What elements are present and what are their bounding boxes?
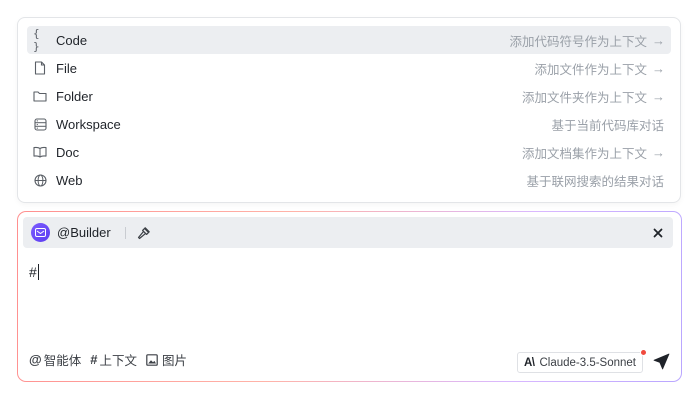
model-selector[interactable]: A\ Claude-3.5-Sonnet [516, 352, 643, 373]
arrow-right-icon: → [652, 88, 665, 104]
menu-item-label: Doc [56, 144, 80, 160]
menu-item-workspace[interactable]: Workspace 基于当前代码库对话 [27, 110, 671, 138]
close-icon[interactable] [651, 226, 665, 240]
globe-icon [33, 173, 47, 187]
workspace-icon [33, 117, 47, 131]
arrow-right-icon: → [652, 32, 665, 48]
image-icon [146, 353, 158, 366]
agent-bar: @Builder [23, 217, 673, 248]
file-icon [33, 61, 47, 75]
send-icon [653, 353, 669, 369]
context-button-label: 上下文 [99, 354, 137, 368]
notification-dot [640, 349, 647, 356]
agent-button-label: 智能体 [43, 354, 82, 368]
arrow-right-icon: → [652, 144, 665, 160]
input-text: # [29, 264, 37, 280]
menu-item-file[interactable]: File 添加文件作为上下文 → [27, 54, 671, 82]
text-caret [37, 264, 39, 280]
braces-icon: { } [33, 27, 40, 53]
image-button[interactable]: 图片 [146, 350, 187, 369]
menu-item-label: Folder [56, 88, 93, 104]
agent-avatar [31, 223, 50, 242]
menu-item-folder[interactable]: Folder 添加文件夹作为上下文 → [27, 82, 671, 110]
folder-icon [33, 89, 47, 103]
model-name: Claude-3.5-Sonnet [539, 356, 636, 369]
input-toolbar: @ 智能体 # 上下文 图片 [29, 350, 187, 369]
context-button[interactable]: # 上下文 [90, 350, 137, 369]
arrow-right-icon: → [652, 60, 665, 76]
image-button-label: 图片 [161, 354, 187, 368]
menu-item-label: Workspace [56, 116, 121, 132]
menu-item-description: 添加文件作为上下文 [534, 62, 647, 77]
menu-item-description: 添加文档集作为上下文 [521, 146, 647, 161]
book-icon [33, 145, 47, 159]
chat-input-box: @Builder # @ 智能体 # 上下文 图片 A\ Claude-3.5-… [18, 212, 681, 381]
menu-item-label: File [56, 60, 77, 76]
divider [124, 226, 126, 239]
menu-item-description: 基于当前代码库对话 [551, 118, 664, 133]
menu-item-label: Web [56, 172, 83, 188]
menu-item-web[interactable]: Web 基于联网搜索的结果对话 [27, 166, 671, 194]
hash-icon: # [90, 352, 98, 367]
menu-item-description: 基于联网搜索的结果对话 [526, 174, 664, 189]
agent-name[interactable]: @Builder [57, 225, 111, 240]
at-icon: @ [29, 352, 42, 367]
message-input[interactable]: # [29, 264, 39, 280]
menu-item-description: 添加文件夹作为上下文 [521, 90, 647, 105]
send-button[interactable] [652, 352, 670, 370]
hammer-icon[interactable] [137, 226, 151, 240]
menu-item-label: Code [56, 32, 88, 48]
menu-item-description: 添加代码符号作为上下文 [509, 34, 647, 49]
menu-item-doc[interactable]: Doc 添加文档集作为上下文 → [27, 138, 671, 166]
context-menu: { } Code 添加代码符号作为上下文 → File 添加文件作为上下文 → … [17, 17, 681, 203]
menu-item-code[interactable]: { } Code 添加代码符号作为上下文 → [27, 26, 671, 54]
chat-input-frame: @Builder # @ 智能体 # 上下文 图片 A\ Claude-3.5-… [17, 211, 682, 382]
agent-button[interactable]: @ 智能体 [29, 350, 81, 369]
anthropic-logo-icon: A\ [523, 356, 535, 369]
